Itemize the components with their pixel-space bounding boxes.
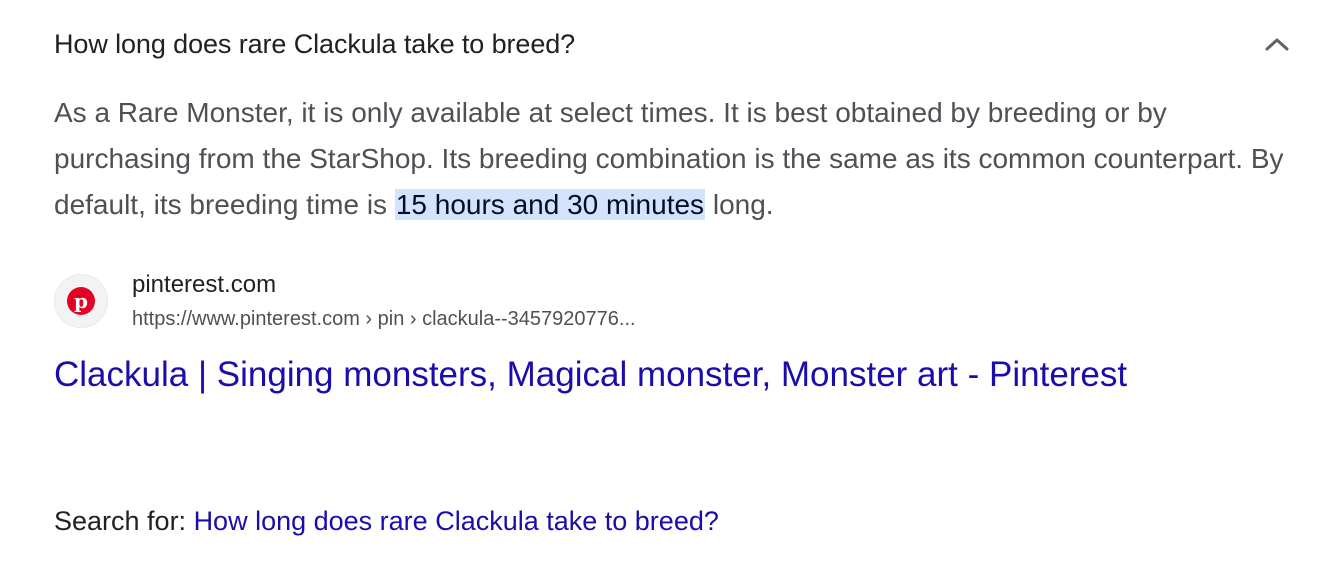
source-text: pinterest.com https://www.pinterest.com … <box>132 268 636 336</box>
pinterest-icon: p <box>54 274 108 328</box>
chevron-up-icon[interactable] <box>1262 29 1292 59</box>
answer-text-end: long. <box>705 189 774 220</box>
answer-highlight: 15 hours and 30 minutes <box>394 189 706 220</box>
question-header[interactable]: How long does rare Clackula take to bree… <box>54 24 1300 64</box>
search-for: Search for: How long does rare Clackula … <box>54 506 719 537</box>
search-for-query-link[interactable]: How long does rare Clackula take to bree… <box>194 506 719 536</box>
source-info[interactable]: p pinterest.com https://www.pinterest.co… <box>54 268 636 330</box>
site-name: pinterest.com <box>132 271 277 298</box>
question-text: How long does rare Clackula take to bree… <box>54 28 576 59</box>
search-for-label: Search for: <box>54 506 194 536</box>
result-title-link[interactable]: Clackula | Singing monsters, Magical mon… <box>54 350 1154 400</box>
site-url: https://www.pinterest.com › pin › clacku… <box>132 308 636 330</box>
pinterest-logo-mark: p <box>67 287 95 315</box>
answer-snippet: As a Rare Monster, it is only available … <box>54 90 1294 228</box>
